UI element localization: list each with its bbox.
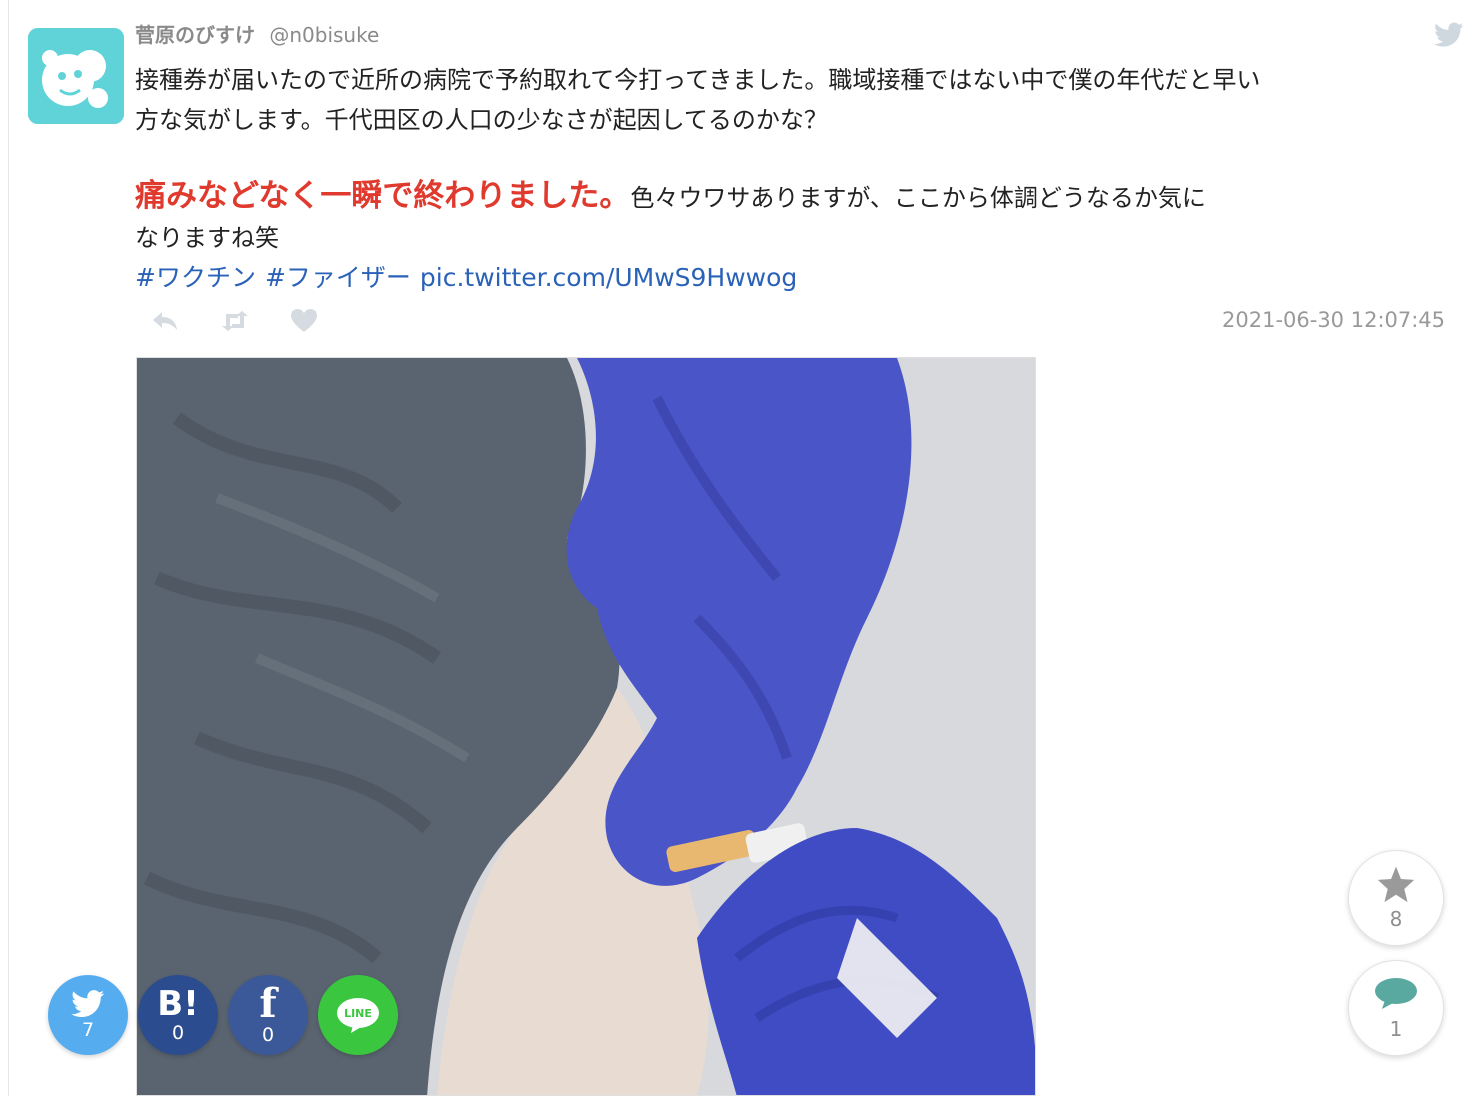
favorite-button[interactable]: 8: [1348, 850, 1444, 946]
hatena-share-count: 0: [171, 1022, 185, 1044]
twitter-bird-icon: [71, 990, 105, 1018]
share-facebook-button[interactable]: f 0: [228, 975, 308, 1055]
tweet-timestamp[interactable]: 2021-06-30 12:07:45: [1222, 308, 1445, 332]
divider: [8, 0, 9, 1096]
hashtag-link[interactable]: #ファイザー: [265, 263, 411, 292]
author-handle[interactable]: @n0bisuke: [269, 23, 379, 47]
twitter-bird-icon[interactable]: [1434, 22, 1464, 48]
hatena-bookmark-icon: B!: [157, 984, 199, 1024]
tweet-header: 菅原のびすけ @n0bisuke: [135, 22, 379, 48]
tweet-text-line: 接種券が届いたので近所の病院で予約取れて今打ってきました。職域接種ではない中で僕…: [135, 66, 1261, 94]
star-icon: [1377, 866, 1415, 903]
media-link[interactable]: pic.twitter.com/UMwS9Hwwog: [420, 263, 797, 292]
facebook-icon: f: [259, 980, 277, 1027]
tweet-actions: [150, 306, 360, 336]
comment-count: 1: [1389, 1017, 1403, 1041]
retweet-icon: [222, 311, 248, 331]
line-label: LINE: [344, 1007, 372, 1020]
facebook-share-count: 0: [261, 1024, 275, 1046]
line-icon: LINE: [337, 998, 379, 1033]
share-hatena-button[interactable]: B! 0: [138, 975, 218, 1055]
reply-button[interactable]: [150, 306, 220, 336]
line-break: [135, 140, 1455, 176]
avatar-illustration: [28, 28, 124, 124]
share-line-button[interactable]: LINE: [318, 975, 398, 1055]
hashtag-line: #ワクチン #ファイザー pic.twitter.com/UMwS9Hwwog: [135, 258, 1455, 298]
avatar[interactable]: [28, 28, 124, 124]
retweet-button[interactable]: [220, 306, 290, 336]
tweet-text-line: 痛みなどなく一瞬で終わりました。色々ウワサありますが、ここから体調どうなるか気に: [135, 176, 1455, 218]
tweet-text: 接種券が届いたので近所の病院で予約取れて今打ってきました。職域接種ではない中で僕…: [135, 60, 1455, 298]
heart-icon: [291, 309, 317, 332]
author-name[interactable]: 菅原のびすけ: [135, 23, 255, 47]
speech-bubble-icon: [1375, 978, 1417, 1009]
share-twitter-button[interactable]: 7: [48, 975, 128, 1055]
hashtag-link[interactable]: #ワクチン: [135, 263, 256, 292]
comment-button[interactable]: 1: [1348, 960, 1444, 1056]
highlighted-text: 痛みなどなく一瞬で終わりました。: [135, 178, 631, 214]
like-button[interactable]: [290, 306, 360, 336]
twitter-share-count: 7: [81, 1019, 95, 1041]
tweet-text-line: 方な気がします。千代田区の人口の少なさが起因してるのかな？: [135, 106, 828, 134]
tweet-text-fragment: 色々ウワサありますが、ここから体調どうなるか気に: [630, 184, 1206, 212]
favorite-count: 8: [1389, 907, 1403, 931]
tweet-text-line: なりますね笑: [135, 224, 279, 252]
reply-icon: [153, 312, 177, 330]
embedded-tweet-page: 菅原のびすけ @n0bisuke 接種券が届いたので近所の病院で予約取れて今打っ…: [0, 0, 1472, 1096]
